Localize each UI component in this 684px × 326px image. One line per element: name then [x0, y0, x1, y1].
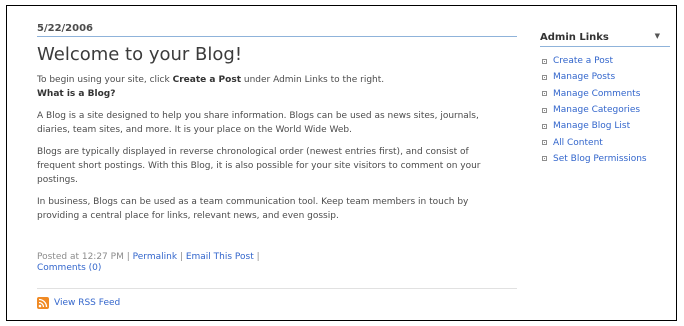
admin-links-header[interactable]: Admin Links ▼: [540, 26, 670, 47]
rss-feed-link[interactable]: View RSS Feed: [37, 297, 120, 309]
intro-prefix: To begin using your site, click: [37, 75, 173, 85]
admin-links-panel: Admin Links ▼ Create a Post Manage Posts…: [540, 26, 670, 167]
admin-link-label: Manage Categories: [553, 105, 641, 116]
posted-at: Posted at 12:27 PM: [37, 252, 124, 262]
bullet-icon: [542, 74, 547, 80]
intro-suffix: under Admin Links to the right.: [241, 75, 385, 85]
admin-links-list: Create a Post Manage Posts Manage Commen…: [540, 53, 670, 167]
bullet-icon: [542, 123, 547, 129]
email-post-link[interactable]: Email This Post: [186, 252, 254, 262]
separator: |: [256, 252, 260, 262]
admin-link-all-content[interactable]: All Content: [540, 134, 670, 150]
post-footer: Posted at 12:27 PM | Permalink | Email T…: [37, 252, 260, 274]
paragraph-1: A Blog is a site designed to help you sh…: [37, 111, 479, 135]
admin-link-label: All Content: [553, 137, 603, 148]
chevron-down-icon[interactable]: ▼: [655, 32, 660, 40]
post-body: To begin using your site, click Create a…: [37, 73, 507, 231]
paragraph-3: In business, Blogs can be used as a team…: [37, 197, 469, 221]
admin-link-label: Manage Blog List: [553, 121, 631, 132]
separator: |: [126, 252, 130, 262]
admin-link-manage-categories[interactable]: Manage Categories: [540, 102, 670, 118]
admin-link-manage-comments[interactable]: Manage Comments: [540, 86, 670, 102]
bullet-icon: [542, 91, 547, 97]
question-line: What is a Blog?: [37, 87, 507, 101]
admin-link-manage-blog-list[interactable]: Manage Blog List: [540, 118, 670, 134]
paragraph-2: Blogs are typically displayed in reverse…: [37, 147, 481, 185]
admin-link-label: Manage Posts: [553, 72, 616, 83]
admin-link-manage-posts[interactable]: Manage Posts: [540, 69, 670, 85]
intro-line: To begin using your site, click Create a…: [37, 73, 507, 87]
permalink-link[interactable]: Permalink: [133, 252, 177, 262]
what-is-blog-heading: What is a Blog?: [37, 89, 116, 99]
admin-link-set-permissions[interactable]: Set Blog Permissions: [540, 151, 670, 167]
admin-link-create-post[interactable]: Create a Post: [540, 53, 670, 69]
admin-links-title: Admin Links: [540, 32, 609, 43]
separator: |: [179, 252, 183, 262]
bullet-icon: [542, 140, 547, 146]
bullet-icon: [542, 107, 547, 113]
admin-link-label: Create a Post: [553, 56, 613, 67]
divider: [37, 288, 517, 289]
create-post-emphasis: Create a Post: [172, 75, 241, 85]
rss-icon: [37, 297, 49, 309]
bullet-icon: [542, 58, 547, 64]
comments-link[interactable]: Comments (0): [37, 263, 101, 273]
post-title: Welcome to your Blog!: [37, 44, 243, 65]
admin-link-label: Set Blog Permissions: [553, 153, 647, 164]
rss-label: View RSS Feed: [54, 298, 121, 308]
blog-frame: 5/22/2006 Welcome to your Blog! To begin…: [6, 5, 677, 321]
admin-link-label: Manage Comments: [553, 88, 641, 99]
post-date: 5/22/2006: [37, 23, 517, 37]
bullet-icon: [542, 156, 547, 162]
